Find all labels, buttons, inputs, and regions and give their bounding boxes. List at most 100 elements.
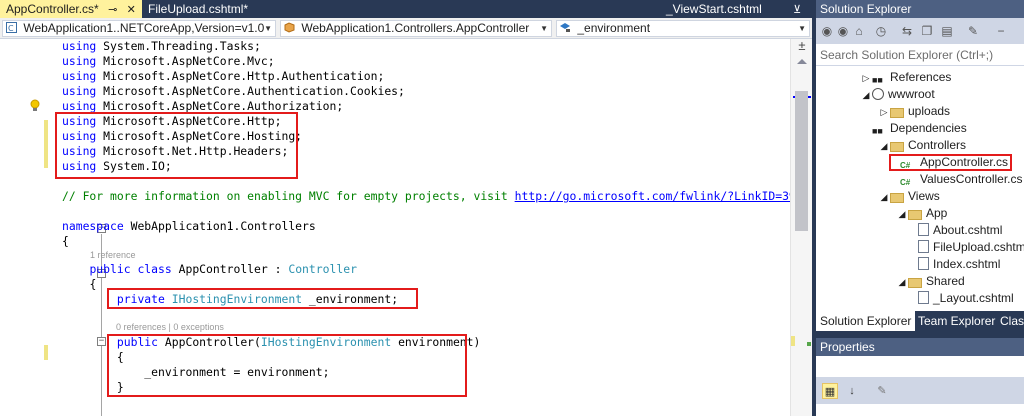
split-view-icon[interactable]: ± <box>795 39 809 54</box>
close-icon[interactable]: ✕ <box>127 1 136 18</box>
folder-icon <box>890 108 904 118</box>
tab-menu-icon[interactable]: ⊻ <box>793 1 801 18</box>
tree-node-layout[interactable]: _Layout.cshtml <box>906 290 1014 307</box>
home-icon[interactable]: ⌂ <box>852 24 866 38</box>
expand-icon[interactable]: ▷ <box>860 70 872 87</box>
folder-icon <box>908 278 922 288</box>
tree-node-valuescontroller[interactable]: C# ValuesController.cs <box>888 171 1023 188</box>
collapse-all-icon[interactable]: ❐ <box>920 24 934 38</box>
fwlink-link[interactable]: http://go.microsoft.com/fwlink/?LinkID=3… <box>515 189 790 203</box>
navigation-bar: C WebApplication1..NETCoreApp,Version=v1… <box>0 18 812 39</box>
back-icon[interactable]: ◉ <box>820 24 834 38</box>
overflow-icon[interactable]: − <box>994 24 1008 38</box>
class-dropdown[interactable]: WebApplication1.Controllers.AppControlle… <box>280 20 552 37</box>
solution-explorer-panel: Solution Explorer ◉ ◉ ⌂ ◷ ⇆ ❐ ▤ ✎ − Sear… <box>816 0 1024 331</box>
references-icon: ■■ <box>872 75 883 85</box>
chevron-down-icon: ▼ <box>540 24 548 33</box>
razor-file-icon <box>918 291 929 304</box>
tree-node-shared[interactable]: ◢ Shared <box>896 273 965 290</box>
tab-viewstart[interactable]: _ViewStart.cshtml ⊻ ✕ <box>660 0 812 18</box>
member-dropdown[interactable]: _environment ▼ <box>556 20 810 37</box>
solution-tree: ▷ ■■ References ◢ wwwroot ▷ uploads ■■ Depend… <box>816 67 1024 311</box>
solution-explorer-tab-strip: Solution Explorer Team Explorer Class Vi… <box>816 311 1024 331</box>
code-line: using Microsoft.AspNetCore.Http.Authenti… <box>62 69 385 83</box>
scrollbar-thumb[interactable] <box>795 91 808 231</box>
categorized-icon[interactable]: ▦ <box>822 383 838 399</box>
field-icon <box>560 23 570 32</box>
razor-file-icon <box>918 223 929 236</box>
show-all-files-icon[interactable]: ▤ <box>940 24 954 38</box>
code-editor-pane: AppController.cs* ⊸ ✕ FileUpload.cshtml*… <box>0 0 812 416</box>
properties-object-selector[interactable] <box>816 356 1024 378</box>
highlight-usings <box>55 112 298 179</box>
outlining-margin: − − − <box>48 39 106 416</box>
references-icon: ■■ <box>872 126 883 136</box>
project-dropdown-value: WebApplication1..NETCoreApp,Version=v1.0 <box>23 21 265 35</box>
panel-title: Solution Explorer <box>816 0 1024 18</box>
tree-node-app[interactable]: ◢ App <box>896 205 947 222</box>
tab-solution-explorer[interactable]: Solution Explorer <box>816 311 916 331</box>
highlight-constructor <box>107 334 467 397</box>
collapse-icon[interactable]: ◢ <box>860 87 872 104</box>
tree-node-uploads[interactable]: ▷ uploads <box>878 103 950 120</box>
tree-node-references[interactable]: ▷ ■■ References <box>860 69 952 87</box>
tab-label: AppController.cs* <box>6 2 99 16</box>
project-icon: C <box>6 22 17 33</box>
history-icon[interactable]: ◷ <box>874 24 888 38</box>
tree-node-views[interactable]: ◢ Views <box>878 188 940 205</box>
folder-icon <box>890 193 904 203</box>
close-icon[interactable]: ✕ <box>811 1 812 18</box>
collapse-icon[interactable]: ◢ <box>896 274 908 291</box>
collapse-icon[interactable]: ◢ <box>896 206 908 223</box>
razor-file-icon <box>918 257 929 270</box>
solution-search-input[interactable]: Search Solution Explorer (Ctrl+;) <box>816 44 1024 66</box>
saved-change-marker <box>807 342 811 346</box>
expand-icon[interactable]: ▷ <box>878 104 890 121</box>
solution-explorer-toolbar: ◉ ◉ ⌂ ◷ ⇆ ❐ ▤ ✎ − <box>816 18 1024 44</box>
visual-studio-window: AppController.cs* ⊸ ✕ FileUpload.cshtml*… <box>0 0 1024 416</box>
code-line: using System.Threading.Tasks; <box>62 39 261 53</box>
line-gutter <box>0 39 48 416</box>
codelens-references[interactable]: 1 reference <box>90 250 136 260</box>
member-dropdown-value: _environment <box>577 21 651 35</box>
property-pages-icon[interactable]: ✎ <box>874 383 890 399</box>
collapse-icon[interactable]: ◢ <box>878 189 890 206</box>
tab-label: _ViewStart.cshtml <box>666 2 762 16</box>
change-marker <box>791 336 795 346</box>
svg-text:C: C <box>8 24 14 33</box>
tree-node-index[interactable]: Index.cshtml <box>906 256 1000 273</box>
tree-node-fileupload[interactable]: FileUpload.cshtml <box>906 239 1024 256</box>
properties-toolbar: ▦ ↓ ✎ <box>816 378 1024 404</box>
tab-appcontroller[interactable]: AppController.cs* ⊸ ✕ <box>0 0 142 18</box>
alphabetical-icon[interactable]: ↓ <box>844 383 860 399</box>
code-line: { <box>62 234 69 248</box>
lightbulb-icon[interactable] <box>30 99 40 113</box>
panel-title: Properties <box>816 338 1024 356</box>
namespace-line: namespace WebApplication1.Controllers <box>62 219 316 233</box>
highlight-appcontroller-node <box>889 154 1012 171</box>
document-tab-bar: AppController.cs* ⊸ ✕ FileUpload.cshtml*… <box>0 0 812 18</box>
code-line: using Microsoft.AspNetCore.Mvc; <box>62 54 275 68</box>
properties-wrench-icon[interactable]: ✎ <box>966 24 980 38</box>
chevron-down-icon: ▼ <box>264 24 272 33</box>
sync-icon[interactable]: ⇆ <box>900 24 914 38</box>
codelens-references[interactable]: 0 references | 0 exceptions <box>116 322 224 332</box>
tab-class-view[interactable]: Class View <box>996 311 1024 331</box>
collapse-icon[interactable]: ◢ <box>878 138 890 155</box>
tab-team-explorer[interactable]: Team Explorer <box>914 311 999 331</box>
pin-icon[interactable]: ⊸ <box>108 1 117 18</box>
tree-node-wwwroot[interactable]: ◢ wwwroot <box>860 86 935 103</box>
forward-icon[interactable]: ◉ <box>836 24 850 38</box>
tree-node-controllers[interactable]: ◢ Controllers <box>878 137 966 154</box>
tab-label: FileUpload.cshtml* <box>148 2 249 16</box>
tree-node-dependencies[interactable]: ■■ Dependencies <box>860 120 967 137</box>
properties-panel: Properties ▦ ↓ ✎ <box>816 338 1024 416</box>
scroll-up-icon[interactable] <box>797 59 807 64</box>
folder-icon <box>890 142 904 152</box>
chevron-down-icon: ▼ <box>798 24 806 33</box>
vertical-scrollbar[interactable]: ± <box>790 39 812 416</box>
razor-file-icon <box>918 240 929 253</box>
tree-node-about[interactable]: About.cshtml <box>906 222 1002 239</box>
tab-fileupload[interactable]: FileUpload.cshtml* <box>142 0 272 18</box>
project-dropdown[interactable]: C WebApplication1..NETCoreApp,Version=v1… <box>2 20 276 37</box>
